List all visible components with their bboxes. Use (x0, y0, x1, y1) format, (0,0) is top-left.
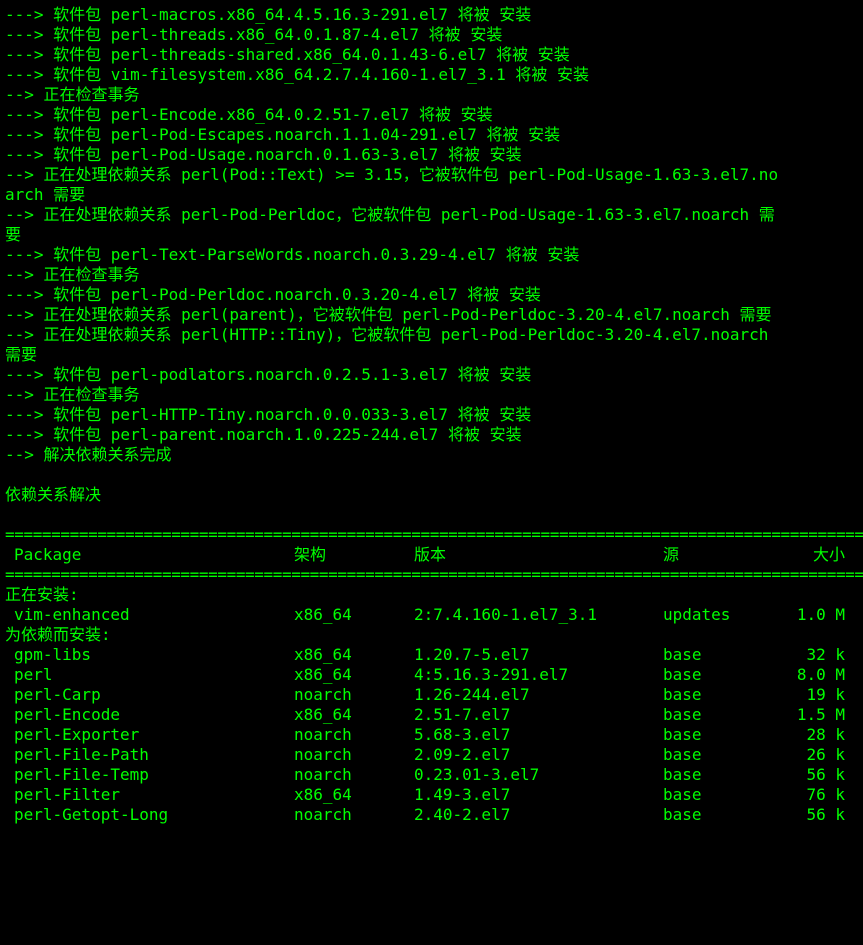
cell-package: perl-File-Temp (14, 765, 149, 784)
log-line: --> 正在处理依赖关系 perl(parent)，它被软件包 perl-Pod… (5, 305, 772, 324)
transaction-table: ========================================… (0, 525, 863, 825)
cell-package: perl-File-Path (14, 745, 149, 764)
cell-version: 0.23.01-3.el7 (414, 765, 540, 784)
cell-version: 1.26-244.el7 (414, 685, 530, 704)
cell-repo: updates (663, 605, 731, 624)
log-line: ---> 软件包 perl-threads-shared.x86_64.0.1.… (5, 45, 570, 64)
table-row: perl-Carp noarch 1.26-244.el7 base 19 k (0, 685, 863, 705)
table-row: perl-Filter x86_64 1.49-3.el7 base 76 k (0, 785, 863, 805)
table-row: perl-File-Temp noarch 0.23.01-3.el7 base… (0, 765, 863, 785)
cell-arch: x86_64 (294, 705, 352, 724)
cell-arch: x86_64 (294, 785, 352, 804)
log-line: --> 正在处理依赖关系 perl-Pod-Perldoc，它被软件包 perl… (5, 205, 775, 224)
cell-package: perl-Carp (14, 685, 101, 704)
log-line: ---> 软件包 perl-Text-ParseWords.noarch.0.3… (5, 245, 580, 264)
header-arch: 架构 (294, 545, 327, 564)
log-line: --> 正在处理依赖关系 perl(HTTP::Tiny)，它被软件包 perl… (5, 325, 769, 344)
cell-version: 2:7.4.160-1.el7_3.1 (414, 605, 598, 624)
cell-repo: base (663, 705, 702, 724)
table-row: perl-Encode x86_64 2.51-7.el7 base 1.5 M (0, 705, 863, 725)
header-version: 版本 (414, 545, 447, 564)
cell-arch: noarch (294, 725, 352, 744)
cell-size: 19 k (806, 685, 845, 704)
log-line: ---> 软件包 perl-Pod-Perldoc.noarch.0.3.20-… (5, 285, 541, 304)
log-line: ---> 软件包 perl-parent.noarch.1.0.225-244.… (5, 425, 522, 444)
cell-size: 32 k (806, 645, 845, 664)
log-line: 需要 (5, 345, 38, 364)
cell-size: 1.0 M (796, 605, 845, 624)
cell-version: 5.68-3.el7 (414, 725, 511, 744)
table-row: gpm-libs x86_64 1.20.7-5.el7 base 32 k (0, 645, 863, 665)
cell-repo: base (663, 785, 702, 804)
log-line: ---> 软件包 perl-HTTP-Tiny.noarch.0.0.033-3… (5, 405, 532, 424)
log-line: --> 正在检查事务 (5, 85, 140, 104)
section-deps-label: 为依赖而安装: (5, 625, 111, 644)
log-line: --> 正在检查事务 (5, 265, 140, 284)
log-line: ---> 软件包 perl-Pod-Usage.noarch.0.1.63-3.… (5, 145, 522, 164)
cell-arch: x86_64 (294, 605, 352, 624)
log-line: 依赖关系解决 (5, 485, 102, 504)
table-separator: ========================================… (5, 525, 863, 544)
log-line: --> 解决依赖关系完成 (5, 445, 172, 464)
log-line: ---> 软件包 vim-filesystem.x86_64.2.7.4.160… (5, 65, 590, 84)
cell-package: perl-Encode (14, 705, 120, 724)
cell-version: 2.09-2.el7 (414, 745, 511, 764)
cell-version: 2.51-7.el7 (414, 705, 511, 724)
cell-repo: base (663, 745, 702, 764)
header-size: 大小 (812, 545, 845, 564)
log-line: ---> 软件包 perl-Pod-Escapes.noarch.1.1.04-… (5, 125, 561, 144)
header-package: Package (14, 545, 82, 564)
cell-repo: base (663, 805, 702, 824)
log-line: --> 正在处理依赖关系 perl(Pod::Text) >= 3.15，它被软… (5, 165, 779, 184)
install-log: ---> 软件包 perl-macros.x86_64.4.5.16.3-291… (0, 5, 863, 525)
cell-repo: base (663, 645, 702, 664)
cell-repo: base (663, 665, 702, 684)
cell-arch: x86_64 (294, 665, 352, 684)
cell-package: perl (14, 665, 53, 684)
cell-arch: noarch (294, 745, 352, 764)
table-row: perl-Exporter noarch 5.68-3.el7 base 28 … (0, 725, 863, 745)
table-row: perl-Getopt-Long noarch 2.40-2.el7 base … (0, 805, 863, 825)
cell-package: gpm-libs (14, 645, 92, 664)
cell-arch: x86_64 (294, 645, 352, 664)
log-line: ---> 软件包 perl-threads.x86_64.0.1.87-4.el… (5, 25, 503, 44)
cell-size: 56 k (806, 805, 845, 824)
cell-arch: noarch (294, 805, 352, 824)
cell-version: 1.20.7-5.el7 (414, 645, 530, 664)
cell-size: 28 k (806, 725, 845, 744)
cell-package: perl-Exporter (14, 725, 140, 744)
cell-package: perl-Filter (14, 785, 120, 804)
cell-version: 2.40-2.el7 (414, 805, 511, 824)
terminal-window[interactable]: ---> 软件包 perl-macros.x86_64.4.5.16.3-291… (0, 0, 863, 832)
cell-size: 26 k (806, 745, 845, 764)
table-row: perl x86_64 4:5.16.3-291.el7 base 8.0 M (0, 665, 863, 685)
section-installing-label: 正在安装: (5, 585, 79, 604)
table-row: perl-File-Path noarch 2.09-2.el7 base 26… (0, 745, 863, 765)
cell-size: 56 k (806, 765, 845, 784)
cell-repo: base (663, 685, 702, 704)
header-repo: 源 (663, 545, 680, 564)
cell-repo: base (663, 725, 702, 744)
log-line: 要 (5, 225, 22, 244)
log-line: ---> 软件包 perl-podlators.noarch.0.2.5.1-3… (5, 365, 532, 384)
log-line: ---> 软件包 perl-macros.x86_64.4.5.16.3-291… (5, 5, 532, 24)
log-line: arch 需要 (5, 185, 86, 204)
table-row: vim-enhanced x86_64 2:7.4.160-1.el7_3.1 … (0, 605, 863, 625)
cell-version: 1.49-3.el7 (414, 785, 511, 804)
cell-arch: noarch (294, 765, 352, 784)
log-line: --> 正在检查事务 (5, 385, 140, 404)
cell-version: 4:5.16.3-291.el7 (414, 665, 569, 684)
cell-arch: noarch (294, 685, 352, 704)
cell-package: vim-enhanced (14, 605, 130, 624)
cell-package: perl-Getopt-Long (14, 805, 169, 824)
log-line: ---> 软件包 perl-Encode.x86_64.0.2.51-7.el7… (5, 105, 493, 124)
cell-repo: base (663, 765, 702, 784)
cell-size: 1.5 M (796, 705, 845, 724)
table-separator: ========================================… (5, 565, 863, 584)
table-header-row: Package 架构 版本 源 大小 (0, 545, 863, 565)
cell-size: 76 k (806, 785, 845, 804)
cell-size: 8.0 M (796, 665, 845, 684)
